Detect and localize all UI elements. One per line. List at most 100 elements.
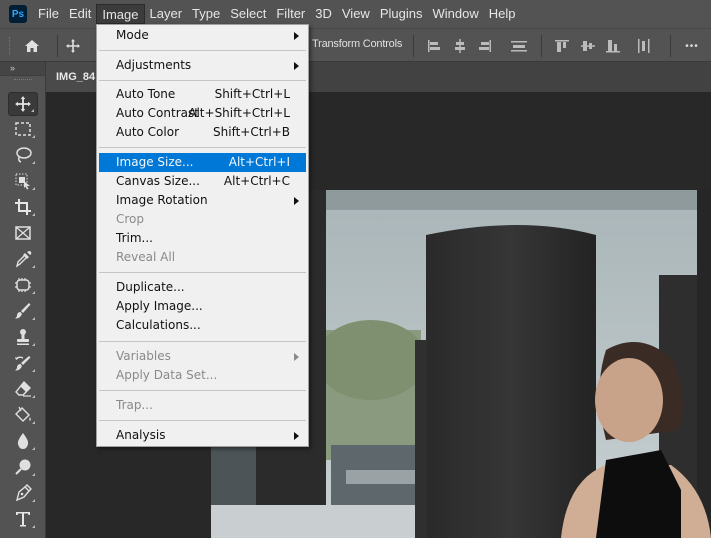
menu-file[interactable]: File <box>33 4 64 24</box>
menu-item-label: Apply Data Set... <box>116 368 218 382</box>
show-transform-controls-label[interactable]: Transform Controls <box>312 38 402 50</box>
menu-separator <box>99 80 306 81</box>
menu-layer[interactable]: Layer <box>145 4 188 24</box>
tools-panel: » <box>0 62 46 538</box>
menu-item-label: Auto Contrast <box>116 106 199 120</box>
align-left-edges-icon[interactable] <box>424 36 444 56</box>
menu-item-canvas-size[interactable]: Canvas Size... Alt+Ctrl+C <box>99 172 306 191</box>
menu-3d[interactable]: 3D <box>310 4 337 24</box>
menu-item-label: Image Rotation <box>116 193 208 207</box>
object-selection-icon <box>15 173 30 190</box>
menu-item-image-rotation[interactable]: Image Rotation <box>99 191 306 210</box>
menu-help[interactable]: Help <box>484 4 521 24</box>
dodge-icon <box>15 459 31 475</box>
submenu-arrow-icon <box>294 353 299 361</box>
menu-item-adjustments[interactable]: Adjustments <box>99 56 306 75</box>
separator <box>413 35 414 57</box>
crop-icon <box>15 199 31 215</box>
menu-item-auto-tone[interactable]: Auto Tone Shift+Ctrl+L <box>99 85 306 104</box>
menu-item-mode[interactable]: Mode <box>99 26 306 45</box>
menu-item-label: Crop <box>116 212 145 226</box>
eraser-icon <box>15 380 31 397</box>
eyedropper-tool[interactable] <box>8 247 38 271</box>
menu-item-shortcut: Alt+Ctrl+C <box>223 174 290 188</box>
marquee-icon <box>15 122 31 136</box>
menu-item-label: Trim... <box>116 231 153 245</box>
menu-item-label: Adjustments <box>116 58 192 72</box>
menu-item-label: Calculations... <box>116 318 201 332</box>
submenu-arrow-icon <box>294 62 299 70</box>
separator <box>541 35 542 57</box>
menu-view[interactable]: View <box>337 4 375 24</box>
align-horizontal-centers-icon[interactable] <box>450 36 470 56</box>
menu-item-label: Variables <box>116 349 171 363</box>
menu-select[interactable]: Select <box>225 4 271 24</box>
paint-bucket-tool[interactable] <box>8 403 38 427</box>
image-menu-dropdown: Mode Adjustments Auto Tone Shift+Ctrl+L … <box>96 24 309 447</box>
pen-icon <box>15 484 32 502</box>
menu-item-label: Apply Image... <box>116 299 203 313</box>
menu-item-label: Duplicate... <box>116 280 185 294</box>
brush-tool[interactable] <box>8 299 38 323</box>
lasso-tool[interactable] <box>8 143 38 167</box>
menu-item-variables: Variables <box>99 347 306 366</box>
brush-icon <box>15 303 31 319</box>
move-icon[interactable] <box>63 36 83 56</box>
type-icon <box>16 512 30 527</box>
menu-plugins[interactable]: Plugins <box>375 4 428 24</box>
healing-icon <box>15 278 31 292</box>
pen-tool[interactable] <box>8 481 38 505</box>
menu-item-duplicate[interactable]: Duplicate... <box>99 278 306 297</box>
menu-item-trim[interactable]: Trim... <box>99 229 306 248</box>
tools-panel-grip[interactable] <box>14 79 32 82</box>
type-tool[interactable] <box>8 507 38 531</box>
menu-separator <box>99 147 306 148</box>
collapse-panel-button[interactable]: » <box>0 62 45 76</box>
menu-item-calculations[interactable]: Calculations... <box>99 316 306 335</box>
stamp-icon <box>17 329 29 345</box>
align-vertical-centers-icon[interactable] <box>578 36 598 56</box>
menu-separator <box>99 50 306 51</box>
menu-edit[interactable]: Edit <box>64 4 96 24</box>
submenu-arrow-icon <box>294 432 299 440</box>
menu-item-label: Auto Tone <box>116 87 176 101</box>
align-top-edges-icon[interactable] <box>552 36 572 56</box>
spot-healing-tool[interactable] <box>8 273 38 297</box>
object-selection-tool[interactable] <box>8 169 38 193</box>
blur-tool[interactable] <box>8 429 38 453</box>
menu-item-crop: Crop <box>99 210 306 229</box>
menu-item-label: Mode <box>116 28 149 42</box>
menu-type[interactable]: Type <box>187 4 225 24</box>
submenu-arrow-icon <box>294 197 299 205</box>
menu-item-analysis[interactable]: Analysis <box>99 426 306 445</box>
menu-separator <box>99 390 306 391</box>
move-tool[interactable] <box>8 92 38 116</box>
menu-item-apply-image[interactable]: Apply Image... <box>99 297 306 316</box>
clone-stamp-tool[interactable] <box>8 325 38 349</box>
menu-filter[interactable]: Filter <box>271 4 310 24</box>
distribute-horizontal-icon[interactable] <box>634 36 654 56</box>
submenu-arrow-icon <box>294 32 299 40</box>
menu-window[interactable]: Window <box>427 4 483 24</box>
menu-separator <box>99 420 306 421</box>
rectangular-marquee-tool[interactable] <box>8 117 38 141</box>
history-brush-tool[interactable] <box>8 351 38 375</box>
menu-item-image-size[interactable]: Image Size... Alt+Ctrl+I <box>99 153 306 172</box>
home-icon[interactable] <box>22 36 42 56</box>
menu-image[interactable]: Image <box>96 4 145 24</box>
eraser-tool[interactable] <box>8 377 38 401</box>
menu-item-auto-contrast[interactable]: Auto Contrast Alt+Shift+Ctrl+L <box>99 104 306 123</box>
menu-item-auto-color[interactable]: Auto Color Shift+Ctrl+B <box>99 123 306 142</box>
menu-item-label: Canvas Size... <box>116 174 200 188</box>
more-options-icon[interactable]: ••• <box>680 36 704 56</box>
frame-tool[interactable] <box>8 221 38 245</box>
dodge-tool[interactable] <box>8 455 38 479</box>
options-bar-grip[interactable] <box>9 37 12 55</box>
separator <box>670 35 671 57</box>
align-right-edges-icon[interactable] <box>475 36 495 56</box>
distribute-vertical-icon[interactable] <box>508 36 530 56</box>
crop-tool[interactable] <box>8 195 38 219</box>
align-bottom-edges-icon[interactable] <box>603 36 623 56</box>
menu-separator <box>99 341 306 342</box>
frame-icon <box>15 226 31 240</box>
